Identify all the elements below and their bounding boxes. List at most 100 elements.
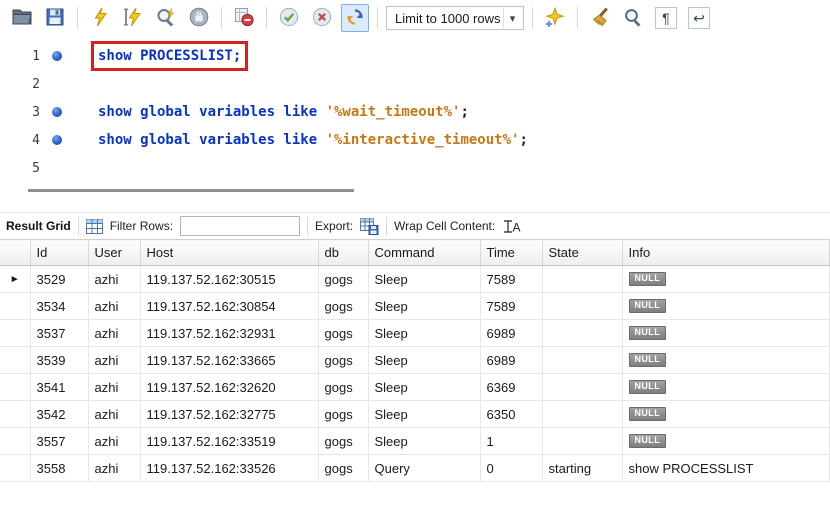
toggle-autocommit-button[interactable] bbox=[341, 4, 369, 32]
cell-info[interactable]: NULL bbox=[622, 373, 830, 401]
cell-host[interactable]: 119.137.52.162:32775 bbox=[140, 400, 319, 428]
cell-command[interactable]: Sleep bbox=[368, 427, 481, 455]
row-selector[interactable] bbox=[0, 454, 31, 482]
column-header-time[interactable]: Time bbox=[480, 239, 543, 266]
explain-plan-button[interactable] bbox=[152, 4, 180, 32]
toggle-stop-on-error-button[interactable] bbox=[230, 4, 258, 32]
cell-state[interactable] bbox=[542, 346, 623, 374]
cell-id[interactable]: 3537 bbox=[30, 319, 89, 347]
cell-db[interactable]: gogs bbox=[318, 373, 369, 401]
cell-info[interactable]: NULL bbox=[622, 346, 830, 374]
cell-info[interactable]: NULL bbox=[622, 319, 830, 347]
cell-user[interactable]: azhi bbox=[88, 265, 141, 293]
row-selector[interactable] bbox=[0, 292, 31, 320]
column-header-user[interactable]: User bbox=[88, 239, 141, 266]
sql-editor[interactable]: 1 show PROCESSLIST; 2 3 show global variable… bbox=[0, 36, 830, 182]
cell-time[interactable]: 1 bbox=[480, 427, 543, 455]
cell-id[interactable]: 3541 bbox=[30, 373, 89, 401]
cell-user[interactable]: azhi bbox=[88, 346, 141, 374]
show-invisibles-button[interactable]: ¶ bbox=[652, 4, 680, 32]
cell-db[interactable]: gogs bbox=[318, 319, 369, 347]
filter-rows-input[interactable] bbox=[180, 216, 301, 236]
cell-user[interactable]: azhi bbox=[88, 454, 141, 482]
cell-command[interactable]: Sleep bbox=[368, 400, 481, 428]
cell-state[interactable]: starting bbox=[542, 454, 623, 482]
cell-command[interactable]: Sleep bbox=[368, 346, 481, 374]
cell-host[interactable]: 119.137.52.162:33665 bbox=[140, 346, 319, 374]
column-header-state[interactable]: State bbox=[542, 239, 623, 266]
stop-query-button[interactable] bbox=[185, 4, 213, 32]
table-row[interactable]: 3537 azhi 119.137.52.162:32931 gogs Sleep 698… bbox=[0, 319, 830, 347]
limit-rows-dropdown[interactable]: Limit to 1000 rows ▾ bbox=[386, 6, 524, 30]
column-header-id[interactable]: Id bbox=[30, 239, 89, 266]
cell-time[interactable]: 6989 bbox=[480, 319, 543, 347]
cell-command[interactable]: Sleep bbox=[368, 265, 481, 293]
table-row[interactable]: 3557 azhi 119.137.52.162:33519 gogs Sleep 1 NU… bbox=[0, 427, 830, 455]
cell-command[interactable]: Sleep bbox=[368, 319, 481, 347]
cell-host[interactable]: 119.137.52.162:33526 bbox=[140, 454, 319, 482]
cell-time[interactable]: 6369 bbox=[480, 373, 543, 401]
cell-db[interactable]: gogs bbox=[318, 427, 369, 455]
rollback-button[interactable] bbox=[308, 4, 336, 32]
cell-db[interactable]: gogs bbox=[318, 292, 369, 320]
cell-db[interactable]: gogs bbox=[318, 346, 369, 374]
save-script-button[interactable] bbox=[41, 4, 69, 32]
cell-state[interactable] bbox=[542, 319, 623, 347]
open-script-button[interactable] bbox=[8, 4, 36, 32]
wrap-cell-content-icon[interactable]: A bbox=[502, 219, 522, 234]
row-selector[interactable]: ► bbox=[0, 265, 31, 293]
execute-button[interactable] bbox=[86, 4, 114, 32]
cell-host[interactable]: 119.137.52.162:32620 bbox=[140, 373, 319, 401]
row-selector[interactable] bbox=[0, 400, 31, 428]
column-header-host[interactable]: Host bbox=[140, 239, 319, 266]
cell-state[interactable] bbox=[542, 373, 623, 401]
column-header-info[interactable]: Info bbox=[622, 239, 830, 266]
hscrollbar-thumb[interactable] bbox=[28, 189, 354, 192]
cell-id[interactable]: 3539 bbox=[30, 346, 89, 374]
column-header-command[interactable]: Command bbox=[368, 239, 481, 266]
cell-db[interactable]: gogs bbox=[318, 265, 369, 293]
commit-button[interactable] bbox=[275, 4, 303, 32]
table-row[interactable]: 3534 azhi 119.137.52.162:30854 gogs Sleep 758… bbox=[0, 292, 830, 320]
cell-id[interactable]: 3542 bbox=[30, 400, 89, 428]
cell-id[interactable]: 3534 bbox=[30, 292, 89, 320]
cell-host[interactable]: 119.137.52.162:32931 bbox=[140, 319, 319, 347]
editor-line[interactable]: 4 show global variables like '%interactiv… bbox=[0, 126, 830, 154]
beautify-script-button[interactable] bbox=[541, 4, 569, 32]
cell-host[interactable]: 119.137.52.162:30854 bbox=[140, 292, 319, 320]
cell-db[interactable]: gogs bbox=[318, 400, 369, 428]
table-row[interactable]: 3539 azhi 119.137.52.162:33665 gogs Sleep 698… bbox=[0, 346, 830, 374]
editor-line[interactable]: 5 bbox=[0, 154, 830, 182]
cell-info[interactable]: NULL bbox=[622, 292, 830, 320]
cell-state[interactable] bbox=[542, 265, 623, 293]
cell-time[interactable]: 7589 bbox=[480, 292, 543, 320]
cell-db[interactable]: gogs bbox=[318, 454, 369, 482]
cell-time[interactable]: 0 bbox=[480, 454, 543, 482]
table-row[interactable]: ► 3529 azhi 119.137.52.162:30515 gogs Sleep 75… bbox=[0, 265, 830, 293]
cell-command[interactable]: Sleep bbox=[368, 292, 481, 320]
result-grid-icon[interactable] bbox=[85, 218, 103, 234]
cell-host[interactable]: 119.137.52.162:30515 bbox=[140, 265, 319, 293]
table-row[interactable]: 3558 azhi 119.137.52.162:33526 gogs Query 0st… bbox=[0, 454, 830, 482]
cell-info[interactable]: NULL bbox=[622, 427, 830, 455]
cell-user[interactable]: azhi bbox=[88, 427, 141, 455]
table-row[interactable]: 3542 azhi 119.137.52.162:32775 gogs Sleep 635… bbox=[0, 400, 830, 428]
column-header-db[interactable]: db bbox=[318, 239, 369, 266]
export-recordset-icon[interactable] bbox=[360, 217, 379, 235]
clean-editor-button[interactable] bbox=[586, 4, 614, 32]
cell-id[interactable]: 3558 bbox=[30, 454, 89, 482]
cell-info[interactable]: show PROCESSLIST bbox=[622, 454, 830, 482]
table-row[interactable]: 3541 azhi 119.137.52.162:32620 gogs Sleep 636… bbox=[0, 373, 830, 401]
cell-id[interactable]: 3529 bbox=[30, 265, 89, 293]
wrap-text-button[interactable]: ↩ bbox=[685, 4, 713, 32]
cell-user[interactable]: azhi bbox=[88, 319, 141, 347]
cell-state[interactable] bbox=[542, 400, 623, 428]
cell-state[interactable] bbox=[542, 427, 623, 455]
cell-state[interactable] bbox=[542, 292, 623, 320]
cell-id[interactable]: 3557 bbox=[30, 427, 89, 455]
cell-time[interactable]: 7589 bbox=[480, 265, 543, 293]
row-selector[interactable] bbox=[0, 373, 31, 401]
editor-line[interactable]: 1 show PROCESSLIST; bbox=[0, 41, 830, 71]
cell-user[interactable]: azhi bbox=[88, 373, 141, 401]
cell-time[interactable]: 6350 bbox=[480, 400, 543, 428]
